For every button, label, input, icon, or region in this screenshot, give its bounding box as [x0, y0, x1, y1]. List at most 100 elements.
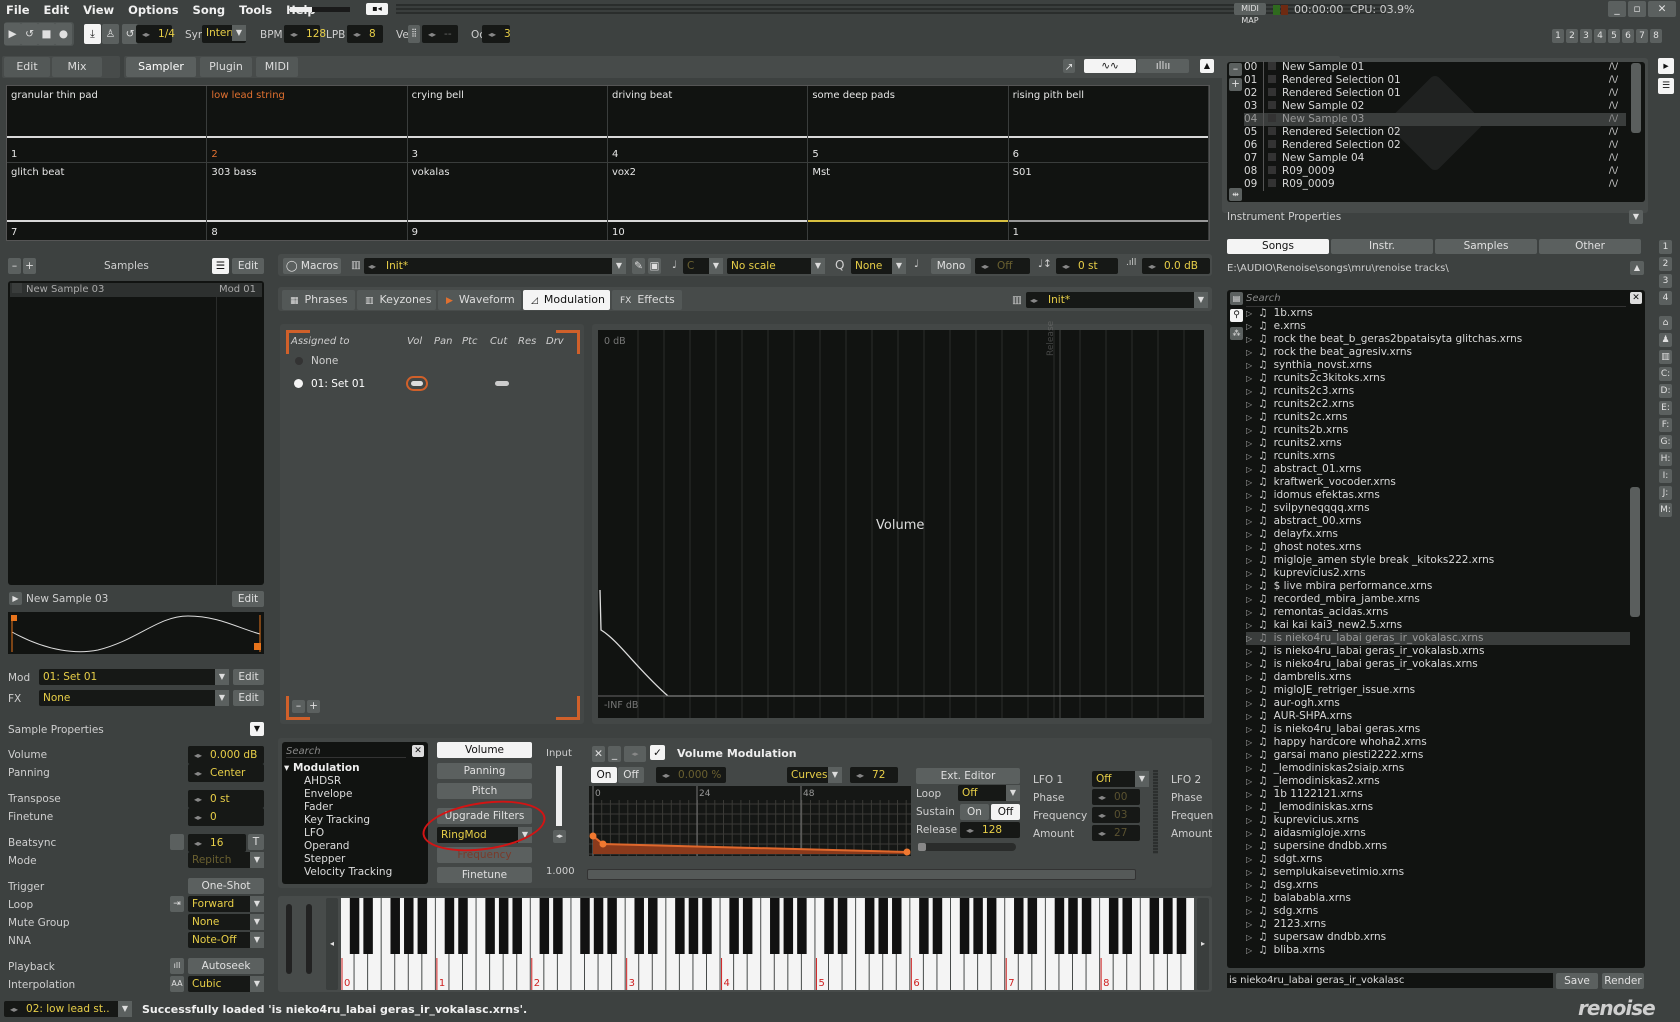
undock-icon[interactable]: ↗: [1063, 59, 1075, 73]
expand-icon[interactable]: ▷: [1246, 751, 1252, 760]
track-button-4[interactable]: 4: [1594, 29, 1606, 43]
expand-icon[interactable]: ▷: [1246, 842, 1252, 851]
metronome-button[interactable]: ♙: [102, 24, 119, 44]
expand-icon[interactable]: ▷: [1246, 634, 1252, 643]
sample-pad[interactable]: some deep pads 5: [808, 86, 1009, 163]
sample-pad[interactable]: Mst: [808, 163, 1009, 240]
sample-pad[interactable]: S01 1: [1008, 163, 1209, 240]
file-item[interactable]: ▷ ♫ e.xrns: [1246, 320, 1630, 333]
lfo1-select[interactable]: Off: [1092, 771, 1149, 787]
keyboard-scroll-right[interactable]: ▸: [1197, 898, 1209, 990]
loop-mode-select[interactable]: Off: [958, 785, 1020, 801]
mod-edit-button[interactable]: Edit: [233, 669, 264, 685]
instrument-row[interactable]: 00 New Sample 01 /\/: [1244, 61, 1626, 74]
remove-set-button[interactable]: –: [292, 700, 305, 713]
drive-h[interactable]: H:: [1659, 452, 1672, 466]
sample-waveform-preview[interactable]: [8, 612, 264, 654]
samples-edit-button[interactable]: Edit: [232, 258, 264, 274]
file-item[interactable]: ▷ ♫ recorded_mbira_jambe.xrns: [1246, 593, 1630, 606]
menu-edit[interactable]: Edit: [44, 3, 70, 17]
expand-icon[interactable]: ▷: [1246, 660, 1252, 669]
collapse-upper-icon[interactable]: ▲: [1200, 59, 1214, 73]
drive-g[interactable]: G:: [1659, 435, 1672, 449]
file-item[interactable]: ▷ ♫ kuprevicius.xrns: [1246, 814, 1630, 827]
panning-target-button[interactable]: Panning: [437, 763, 532, 779]
file-item[interactable]: ▷ ♫ rcunits.xrns: [1246, 450, 1630, 463]
minimize-button[interactable]: _: [1608, 1, 1626, 17]
play-button[interactable]: ▶: [4, 23, 21, 45]
instrument-row[interactable]: 08 R09_0009 /\/: [1244, 165, 1626, 178]
playback-stream-icon[interactable]: ıll: [170, 958, 184, 974]
tab-effects[interactable]: FX Effects: [612, 290, 682, 310]
waveform-edit-button[interactable]: Edit: [232, 591, 264, 607]
instrument-row[interactable]: 03 New Sample 02 /\/: [1244, 100, 1626, 113]
mod-set-select[interactable]: 01: Set 01: [39, 669, 229, 685]
track-button-7[interactable]: 7: [1636, 29, 1648, 43]
input-slider[interactable]: [556, 766, 562, 826]
instrument-row[interactable]: 01 Rendered Selection 01 /\/: [1244, 74, 1626, 87]
expand-icon[interactable]: ▷: [1246, 530, 1252, 539]
transpose-value[interactable]: ◂▸ 0 st: [188, 790, 264, 808]
bpm-value[interactable]: ◂▸ 128: [284, 25, 326, 43]
sample-pad[interactable]: driving beat 4: [608, 86, 809, 163]
value-arrows-icon[interactable]: ◂▸: [194, 839, 202, 848]
browser-slot-2[interactable]: 2: [1659, 257, 1672, 271]
list-view-toggle[interactable]: ☰: [1658, 78, 1674, 94]
instrument-row[interactable]: 04 New Sample 03 /\/: [1244, 113, 1626, 126]
file-item[interactable]: ▷ ♫ happy hardcore whoha2.xrns: [1246, 736, 1630, 749]
expand-icon[interactable]: ▷: [1246, 608, 1252, 617]
quantize-select[interactable]: None: [851, 258, 906, 274]
browser-slot-4[interactable]: 4: [1659, 291, 1672, 305]
expand-icon[interactable]: ▷: [1246, 790, 1252, 799]
file-item[interactable]: ▷ ♫ balababla.xrns: [1246, 892, 1630, 905]
sample-pad[interactable]: low lead string 2: [207, 86, 408, 163]
expand-icon[interactable]: ▷: [1246, 452, 1252, 461]
loop-release-icon[interactable]: ⇥: [170, 896, 184, 912]
modulator-type-key-tracking[interactable]: Key Tracking: [304, 814, 392, 827]
value-arrows-icon[interactable]: ◂▸: [194, 813, 202, 822]
sample-pad[interactable]: vokalas 9: [407, 163, 608, 240]
home-icon[interactable]: ⌂: [1659, 316, 1672, 330]
expand-icon[interactable]: ▷: [1246, 907, 1252, 916]
file-item[interactable]: ▷ ♫ kuprevicius2.xrns: [1246, 567, 1630, 580]
file-item[interactable]: ▷ ♫ rcunits2c3.xrns: [1246, 385, 1630, 398]
file-item[interactable]: ▷ ♫ abstract_00.xrns: [1246, 515, 1630, 528]
curve-type-select[interactable]: Curves: [787, 767, 842, 783]
file-item[interactable]: ▷ ♫ rock the beat_agresiv.xrns: [1246, 346, 1630, 359]
expand-icon[interactable]: ▷: [1246, 465, 1252, 474]
expand-icon[interactable]: ▷: [1246, 933, 1252, 942]
search-clear-icon[interactable]: ✕: [1630, 292, 1642, 304]
expand-icon[interactable]: ▷: [1246, 829, 1252, 838]
sample-pad[interactable]: crying bell 3: [407, 86, 608, 163]
octave-value[interactable]: ◂▸ 3: [482, 25, 511, 43]
expand-icon[interactable]: ▷: [1246, 725, 1252, 734]
track-button-6[interactable]: 6: [1622, 29, 1634, 43]
release-value[interactable]: ◂▸ 128: [960, 822, 1020, 838]
file-item[interactable]: ▷ ♫ AUR-SHPA.xrns: [1246, 710, 1630, 723]
expand-icon[interactable]: ▷: [1246, 387, 1252, 396]
file-item[interactable]: ▷ ♫ migloJE_retriger_issue.xrns: [1246, 684, 1630, 697]
trigger-value[interactable]: One-Shot: [188, 878, 264, 894]
file-item[interactable]: ▷ ♫ supersaw dndbb.xrns: [1246, 931, 1630, 944]
close-button[interactable]: ✕: [1648, 1, 1676, 17]
set-01-label[interactable]: 01: Set 01: [311, 378, 365, 390]
expand-icon[interactable]: ▷: [1246, 712, 1252, 721]
expand-icon[interactable]: ▷: [1246, 348, 1252, 357]
set-01-cutoff-assigned[interactable]: [495, 381, 509, 386]
expand-icon[interactable]: ▷: [1246, 881, 1252, 890]
save-preset-icon[interactable]: ▣: [648, 258, 661, 274]
track-button-1[interactable]: 1: [1552, 29, 1564, 43]
expand-icon[interactable]: ▷: [1246, 335, 1252, 344]
file-item[interactable]: ▷ ♫ abstract_01.xrns: [1246, 463, 1630, 476]
pitch-wheel[interactable]: [286, 904, 292, 974]
browser-search-input[interactable]: Search: [1246, 293, 1626, 307]
file-item[interactable]: ▷ ♫ _lemodiniskas.xrns: [1246, 801, 1630, 814]
file-item[interactable]: ▷ ♫ kai kai kai3_new2.5.xrns: [1246, 619, 1630, 632]
file-item[interactable]: ▷ ♫ $ live mbira performance.xrns: [1246, 580, 1630, 593]
finetune-target-button[interactable]: Finetune: [437, 867, 532, 883]
browser-tab-other[interactable]: Other: [1539, 239, 1641, 254]
modulation-preset-select[interactable]: ◂▸ Init*: [1026, 292, 1208, 308]
file-item[interactable]: ▷ ♫ rcunits2c2.xrns: [1246, 398, 1630, 411]
interpolation-value[interactable]: Cubic: [188, 976, 264, 992]
finetune-value[interactable]: ◂▸ 0: [188, 808, 264, 826]
